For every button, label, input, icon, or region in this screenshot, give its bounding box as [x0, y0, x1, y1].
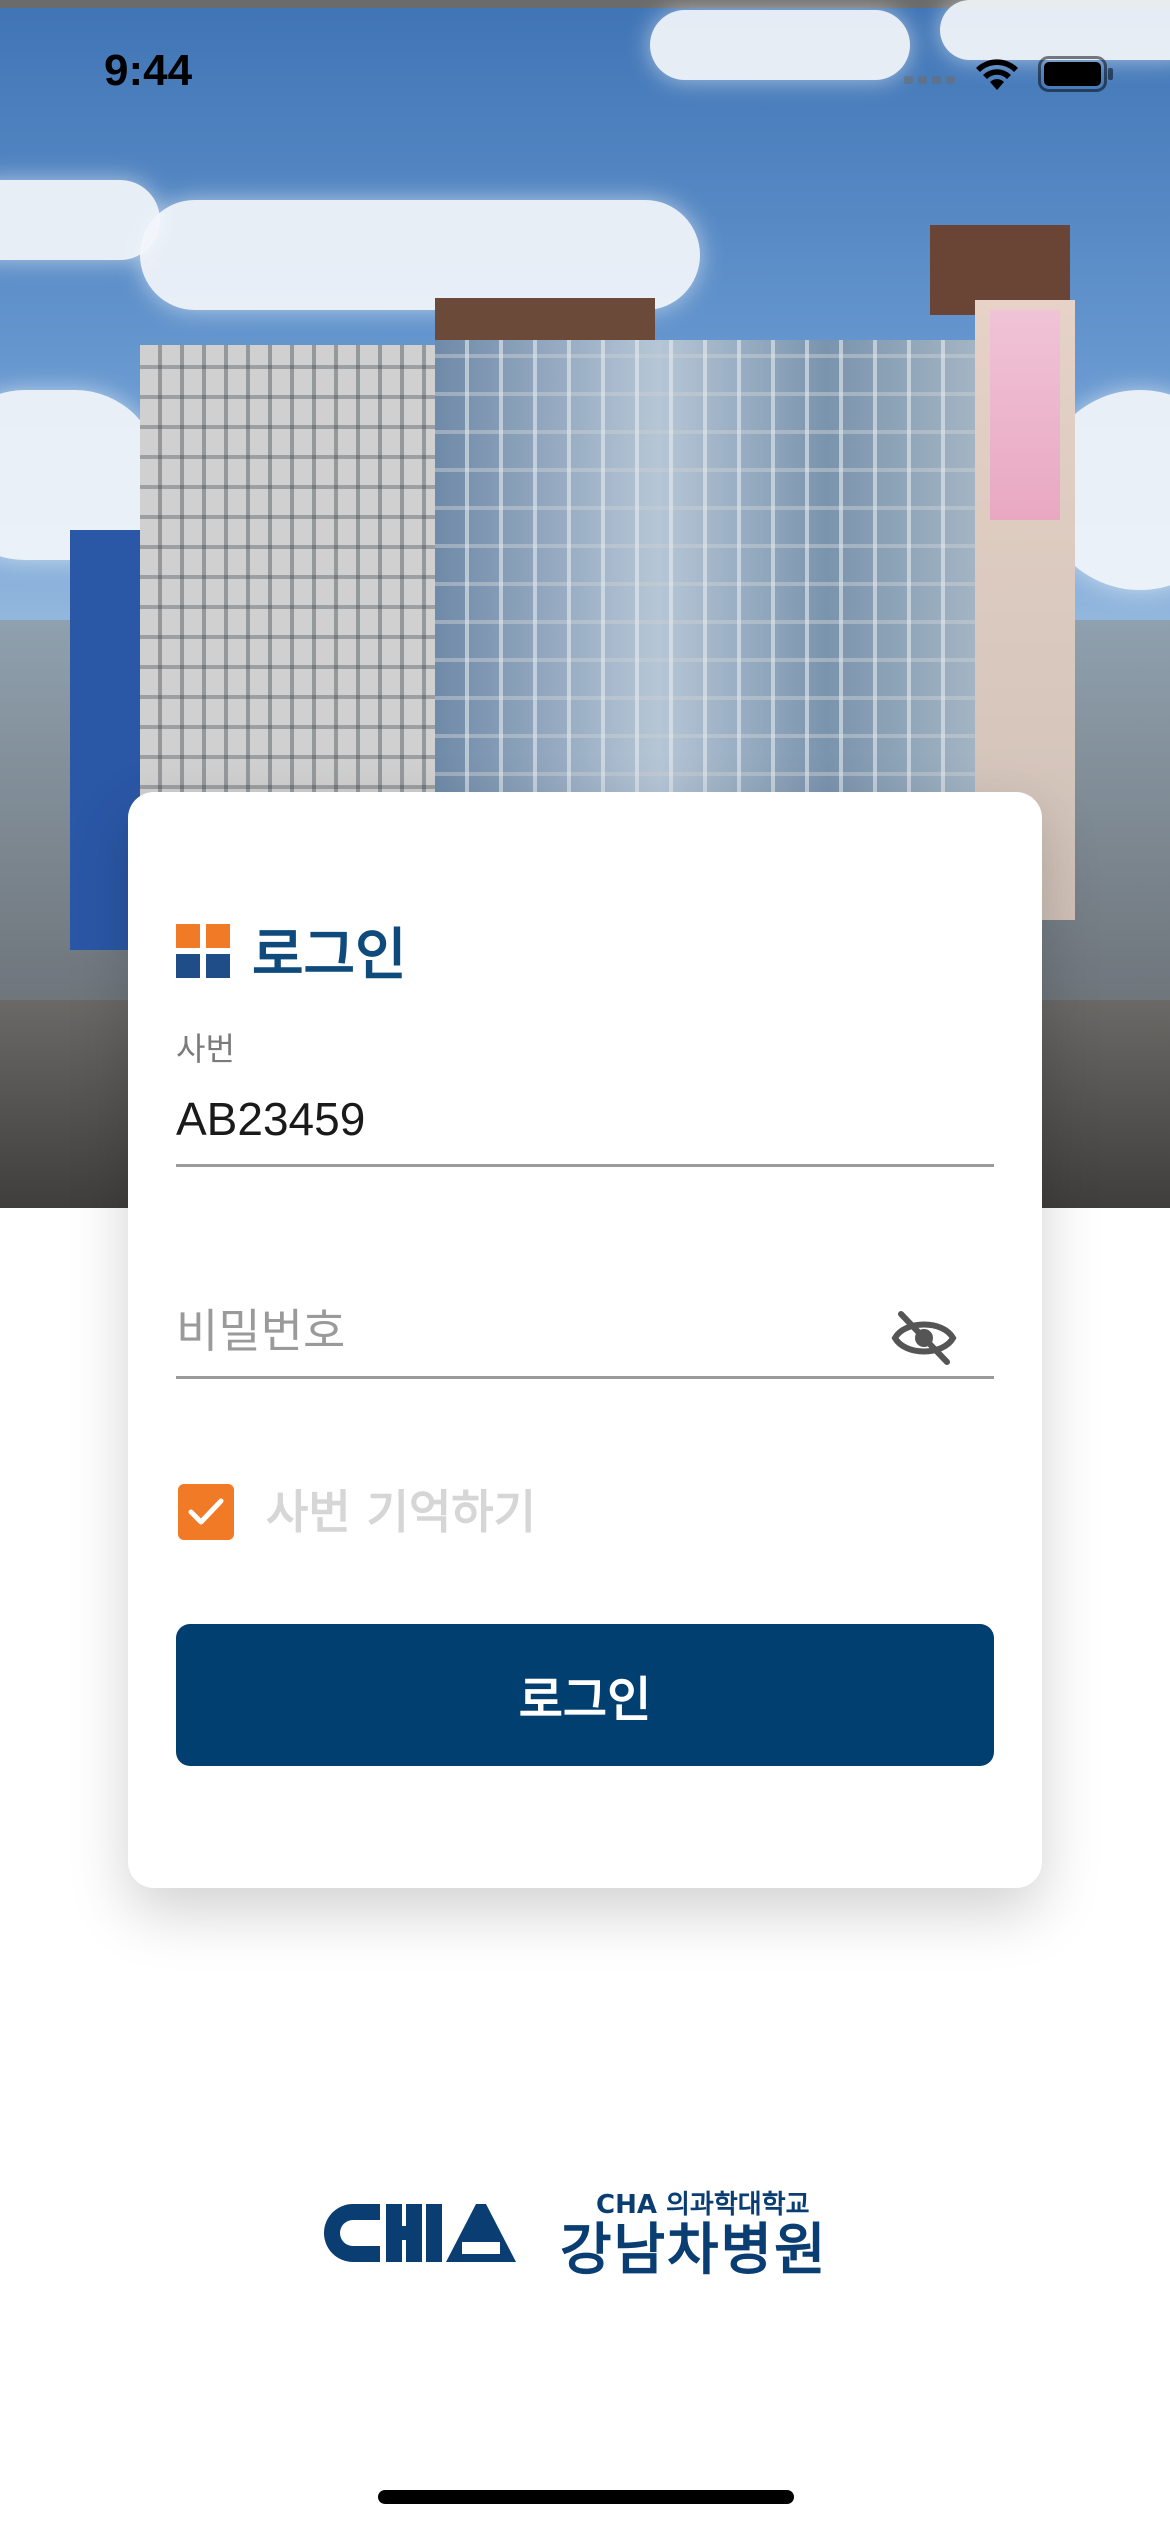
- cloud: [0, 180, 160, 260]
- password-input[interactable]: [176, 1304, 994, 1379]
- wifi-icon: [976, 59, 1018, 90]
- cloud: [140, 200, 700, 310]
- remember-checkbox[interactable]: [178, 1484, 234, 1540]
- remember-label[interactable]: 사번 기억하기: [266, 1484, 536, 1540]
- employee-id-label: 사번: [176, 1030, 235, 1068]
- status-bar: 9:44: [0, 0, 1170, 140]
- login-title-row: 로그인: [176, 910, 407, 991]
- four-squares-icon: [176, 923, 230, 978]
- battery-icon: [1038, 56, 1113, 92]
- checkmark-icon: [188, 1498, 224, 1525]
- login-card: 로그인 사번 사번 기억하기 로그인: [128, 792, 1042, 1888]
- cha-logo-mark: [323, 2203, 516, 2262]
- eye-slash-icon: [891, 1311, 957, 1365]
- status-icons: [904, 54, 1114, 94]
- tower-banner: [990, 310, 1060, 520]
- cellular-signal-icon: [904, 76, 955, 84]
- employee-id-input[interactable]: [176, 1092, 994, 1167]
- hospital-logo: CHA 의과학대학교 강남차병원: [322, 2184, 828, 2281]
- logo-text: CHA 의과학대학교 강남차병원: [560, 2184, 828, 2281]
- status-time: 9:44: [104, 46, 193, 95]
- login-button[interactable]: 로그인: [176, 1624, 994, 1766]
- school-name: CHA 의과학대학교: [596, 2190, 810, 2220]
- home-indicator[interactable]: [378, 2490, 794, 2504]
- login-title: 로그인: [252, 923, 407, 988]
- hospital-name: 강남차병원: [560, 2218, 828, 2283]
- password-visibility-toggle[interactable]: [884, 1298, 964, 1378]
